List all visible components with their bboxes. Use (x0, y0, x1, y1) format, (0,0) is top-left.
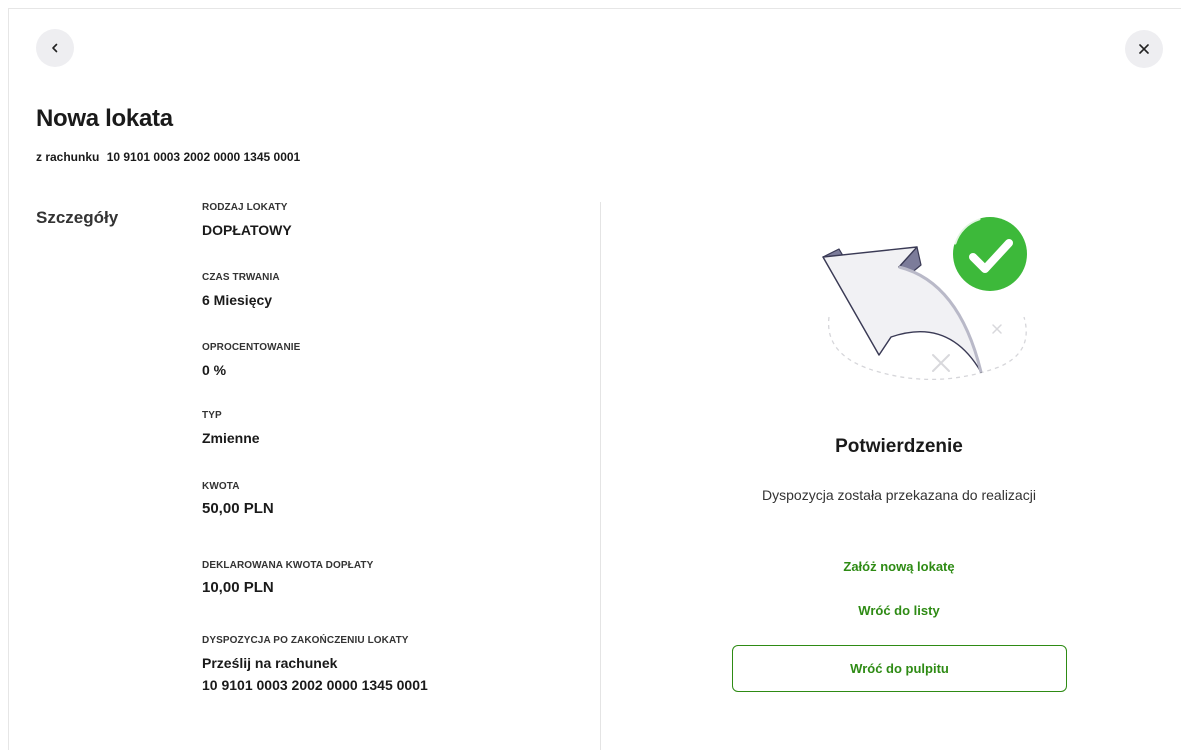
detail-maturity-instruction: DYSPOZYCJA PO ZAKOŃCZENIU LOKATY Prześli… (202, 635, 428, 696)
back-to-list-link[interactable]: Wróć do listy (609, 603, 1181, 618)
source-account-number: 10 9101 0003 2002 0000 1345 0001 (106, 150, 301, 164)
detail-label: RODZAJ LOKATY (202, 202, 288, 213)
detail-label: KWOTA (202, 481, 240, 492)
detail-value: Prześlij na rachunek (202, 655, 338, 671)
detail-label: TYP (202, 410, 222, 421)
detail-rate-type: TYP Zmienne (202, 410, 260, 449)
source-account: z rachunku 10 9101 0003 2002 0000 1345 0… (36, 150, 300, 164)
page-title: Nowa lokata (36, 105, 173, 132)
confirmation-message: Dyspozycja została przekazana do realiza… (762, 487, 1036, 503)
detail-value: Zmienne (202, 430, 260, 446)
confirmation-title: Potwierdzenie (835, 436, 963, 457)
detail-deposit-type: RODZAJ LOKATY DOPŁATOWY (202, 202, 292, 241)
detail-declared-topup: DEKLAROWANA KWOTA DOPŁATY 10,00 PLN (202, 560, 373, 599)
back-button[interactable] (36, 29, 74, 67)
new-deposit-link[interactable]: Załóż nową lokatę (609, 559, 1181, 574)
back-to-dashboard-button[interactable]: Wróć do pulpitu (732, 645, 1067, 692)
details-section-label: Szczegóły (36, 208, 119, 227)
detail-label: CZAS TRWANIA (202, 272, 280, 283)
detail-value-account: 10 9101 0003 2002 0000 1345 0001 (202, 677, 428, 693)
source-account-prefix: z rachunku (36, 150, 100, 164)
close-button[interactable] (1125, 30, 1163, 68)
chevron-left-icon (52, 43, 58, 53)
detail-label: DEKLAROWANA KWOTA DOPŁATY (202, 560, 374, 571)
detail-value: 10,00 PLN (202, 579, 274, 596)
detail-value: DOPŁATOWY (202, 222, 292, 238)
detail-label: DYSPOZYCJA PO ZAKOŃCZENIU LOKATY (202, 635, 409, 646)
detail-value: 6 Miesięcy (202, 292, 273, 308)
column-divider (600, 202, 601, 750)
detail-value: 50,00 PLN (202, 500, 274, 517)
deposit-confirmation-panel: Nowa lokata z rachunku 10 9101 0003 2002… (8, 8, 1181, 750)
detail-interest-rate: OPROCENTOWANIE 0 % (202, 342, 300, 381)
detail-amount: KWOTA 50,00 PLN (202, 481, 274, 520)
detail-duration: CZAS TRWANIA 6 Miesięcy (202, 272, 280, 311)
arrow-checkmark-illustration-icon (822, 217, 1027, 381)
close-icon (1139, 44, 1149, 54)
detail-label: OPROCENTOWANIE (202, 342, 301, 353)
detail-value: 0 % (202, 362, 227, 378)
